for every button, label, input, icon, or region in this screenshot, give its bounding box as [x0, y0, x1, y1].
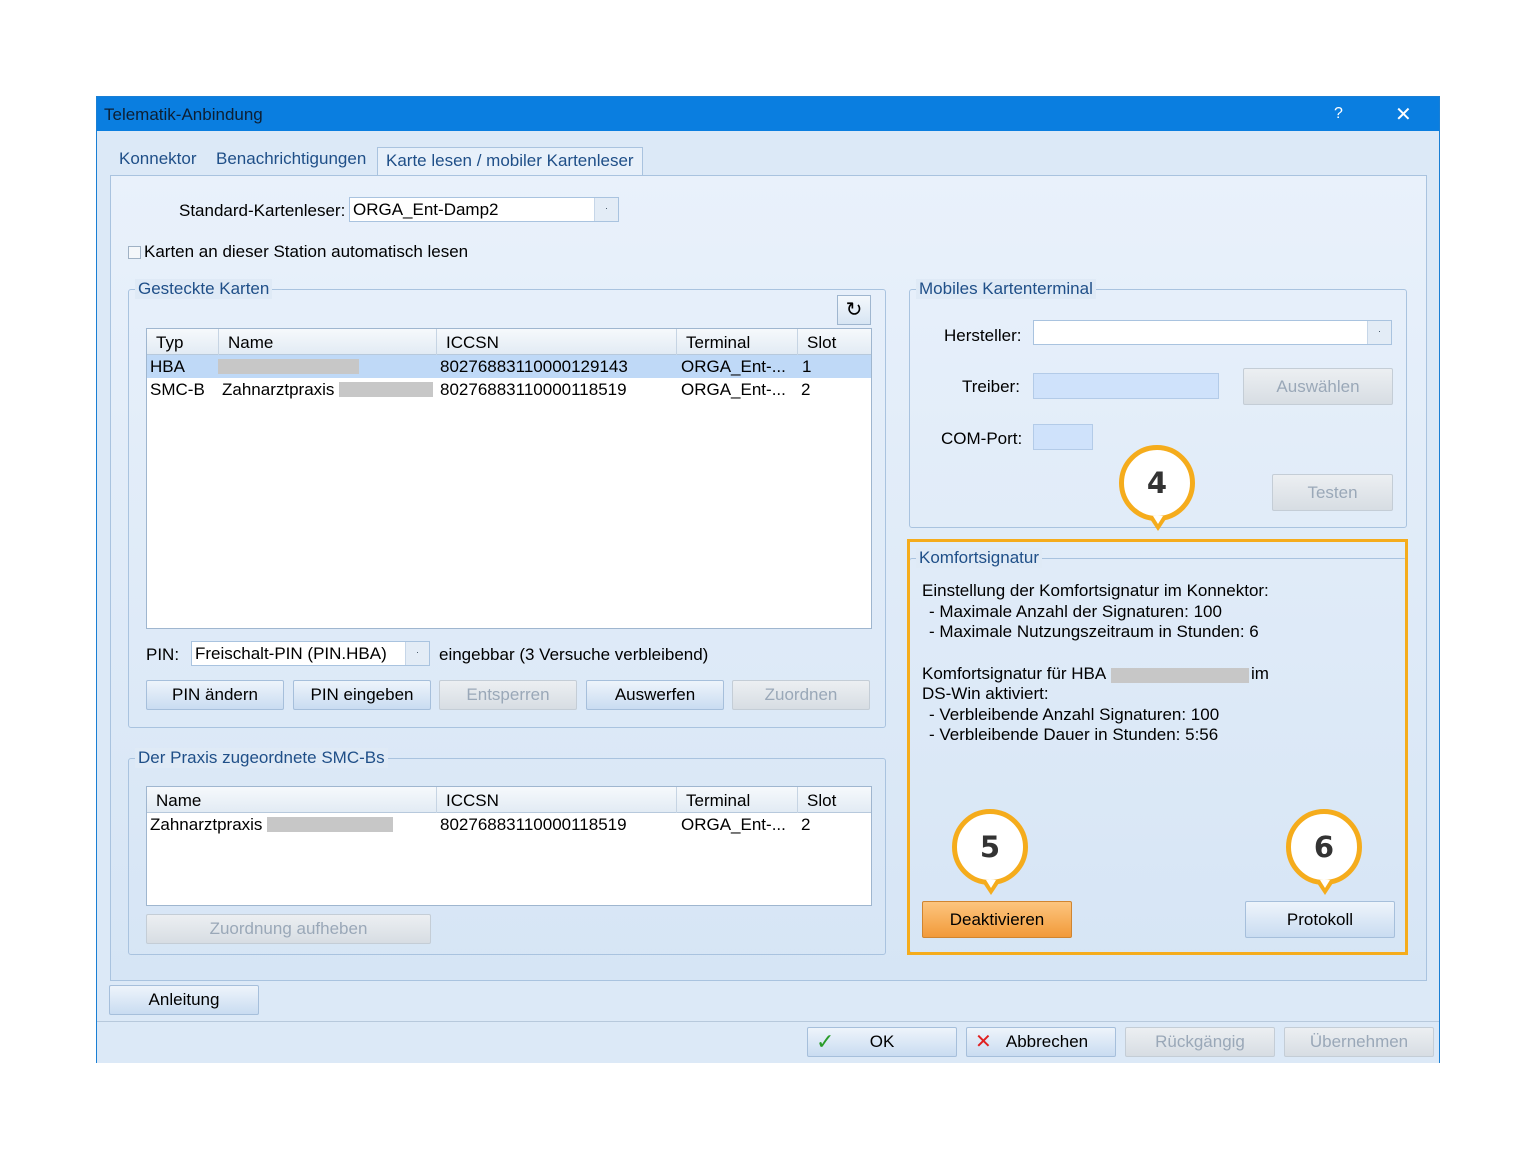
- pin-select[interactable]: Freischalt-PIN (PIN.HBA) ·: [191, 641, 430, 666]
- chevron-down-icon[interactable]: ·: [1367, 321, 1391, 344]
- rueckgaengig-button[interactable]: Rückgängig: [1125, 1027, 1275, 1057]
- tab-benachrichtigungen[interactable]: Benachrichtigungen: [216, 149, 366, 169]
- pin-eingeben-button[interactable]: PIN eingeben: [293, 680, 431, 710]
- ok-button[interactable]: ✓ OK: [807, 1027, 957, 1057]
- refresh-icon[interactable]: ↻: [837, 295, 871, 325]
- table-row[interactable]: SMC-B Zahnarztpraxis 8027688311000011851…: [147, 378, 871, 401]
- cell-terminal: ORGA_Ent-...: [681, 815, 786, 834]
- title-bar: Telematik-Anbindung ? ✕: [97, 97, 1439, 131]
- anleitung-button[interactable]: Anleitung: [109, 985, 259, 1015]
- redacted-name: [218, 359, 359, 374]
- footer-bar: ✓ OK ✕ Abbrechen Rückgängig Übernehmen: [97, 1021, 1439, 1063]
- ok-label: OK: [869, 1032, 895, 1051]
- gesteckte-legend: Gesteckte Karten: [135, 279, 273, 299]
- auto-read-label: Karten an dieser Station automatisch les…: [144, 242, 469, 261]
- cancel-icon: ✕: [975, 1031, 992, 1053]
- callout-6: 6: [1286, 809, 1362, 895]
- table-header: Typ Name ICCSN Terminal Slot: [147, 329, 871, 355]
- tab-karte-lesen[interactable]: Karte lesen / mobiler Kartenleser: [377, 147, 643, 177]
- help-button[interactable]: ?: [1334, 105, 1343, 123]
- com-port-field[interactable]: [1033, 424, 1093, 450]
- callout-4: 4: [1119, 445, 1195, 531]
- treiber-label: Treiber:: [962, 377, 1020, 396]
- abbrechen-label: Abbrechen: [1005, 1032, 1089, 1051]
- cards-table: Typ Name ICCSN Terminal Slot HBA 8027688…: [146, 328, 872, 629]
- col-iccsn[interactable]: ICCSN: [446, 791, 499, 811]
- pin-status: eingebbar (3 Versuche verbleibend): [439, 645, 709, 664]
- group-gesteckte-karten: Gesteckte Karten ↻ Typ Name ICCSN Termin…: [128, 279, 886, 728]
- auswaehlen-button[interactable]: Auswählen: [1243, 368, 1393, 405]
- tab-konnektor[interactable]: Konnektor: [119, 149, 197, 169]
- table-row[interactable]: HBA 80276883110000129143 ORGA_Ent-... 1: [147, 355, 871, 378]
- cell-typ: SMC-B: [150, 380, 205, 399]
- cell-name: Zahnarztpraxis: [222, 380, 335, 399]
- cell-iccsn: 80276883110000129143: [440, 357, 628, 376]
- col-typ[interactable]: Typ: [156, 333, 183, 353]
- close-icon[interactable]: ✕: [1395, 102, 1412, 127]
- zuordnung-aufheben-button[interactable]: Zuordnung aufheben: [146, 914, 431, 944]
- cell-typ: HBA: [150, 357, 185, 376]
- col-slot[interactable]: Slot: [807, 333, 836, 353]
- pin-aendern-button[interactable]: PIN ändern: [146, 680, 284, 710]
- col-name[interactable]: Name: [156, 791, 201, 811]
- reader-label: Standard-Kartenleser:: [179, 201, 346, 220]
- cell-iccsn: 80276883110000118519: [440, 815, 627, 834]
- cell-terminal: ORGA_Ent-...: [681, 357, 786, 376]
- cell-terminal: ORGA_Ent-...: [681, 380, 786, 399]
- auswerfen-button[interactable]: Auswerfen: [586, 680, 724, 710]
- check-icon: ✓: [816, 1029, 835, 1054]
- abbrechen-button[interactable]: ✕ Abbrechen: [966, 1027, 1116, 1057]
- pin-value: Freischalt-PIN (PIN.HBA): [195, 644, 387, 663]
- cell-name: Zahnarztpraxis: [150, 815, 263, 834]
- smcb-legend: Der Praxis zugeordnete SMC-Bs: [135, 748, 388, 768]
- col-name[interactable]: Name: [228, 333, 273, 353]
- testen-button[interactable]: Testen: [1272, 474, 1393, 511]
- window-title: Telematik-Anbindung: [104, 105, 263, 124]
- hersteller-label: Hersteller:: [944, 326, 1022, 345]
- chevron-down-icon[interactable]: ·: [405, 642, 429, 665]
- zuordnen-button[interactable]: Zuordnen: [732, 680, 870, 710]
- auto-read-checkbox[interactable]: [128, 246, 141, 259]
- group-smcb: Der Praxis zugeordnete SMC-Bs Name ICCSN…: [128, 748, 886, 955]
- cell-slot: 1: [802, 357, 812, 376]
- col-iccsn[interactable]: ICCSN: [446, 333, 499, 353]
- table-row[interactable]: Zahnarztpraxis 80276883110000118519 ORGA…: [147, 813, 871, 836]
- reader-select[interactable]: ORGA_Ent-Damp2 ·: [349, 197, 619, 222]
- treiber-field[interactable]: [1033, 373, 1219, 399]
- hersteller-select[interactable]: ·: [1033, 320, 1392, 345]
- col-slot[interactable]: Slot: [807, 791, 836, 811]
- callout-number: 5: [979, 830, 1001, 864]
- redacted-name: [339, 382, 433, 397]
- cell-slot: 2: [801, 815, 811, 834]
- col-terminal[interactable]: Terminal: [686, 791, 750, 811]
- callout-number: 6: [1313, 830, 1335, 864]
- smcb-table: Name ICCSN Terminal Slot Zahnarztpraxis …: [146, 786, 872, 906]
- mobil-legend: Mobiles Kartenterminal: [916, 279, 1096, 299]
- redacted-name: [267, 817, 393, 832]
- table-header: Name ICCSN Terminal Slot: [147, 787, 871, 813]
- com-port-label: COM-Port:: [941, 429, 1023, 448]
- callout-5: 5: [952, 809, 1028, 895]
- cell-slot: 2: [801, 380, 811, 399]
- chevron-down-icon[interactable]: ·: [594, 198, 618, 221]
- reader-value: ORGA_Ent-Damp2: [353, 200, 499, 219]
- callout-number: 4: [1146, 466, 1168, 500]
- pin-label: PIN:: [146, 645, 180, 664]
- col-terminal[interactable]: Terminal: [686, 333, 750, 353]
- uebernehmen-button[interactable]: Übernehmen: [1284, 1027, 1434, 1057]
- entsperren-button[interactable]: Entsperren: [439, 680, 577, 710]
- cell-iccsn: 80276883110000118519: [440, 380, 627, 399]
